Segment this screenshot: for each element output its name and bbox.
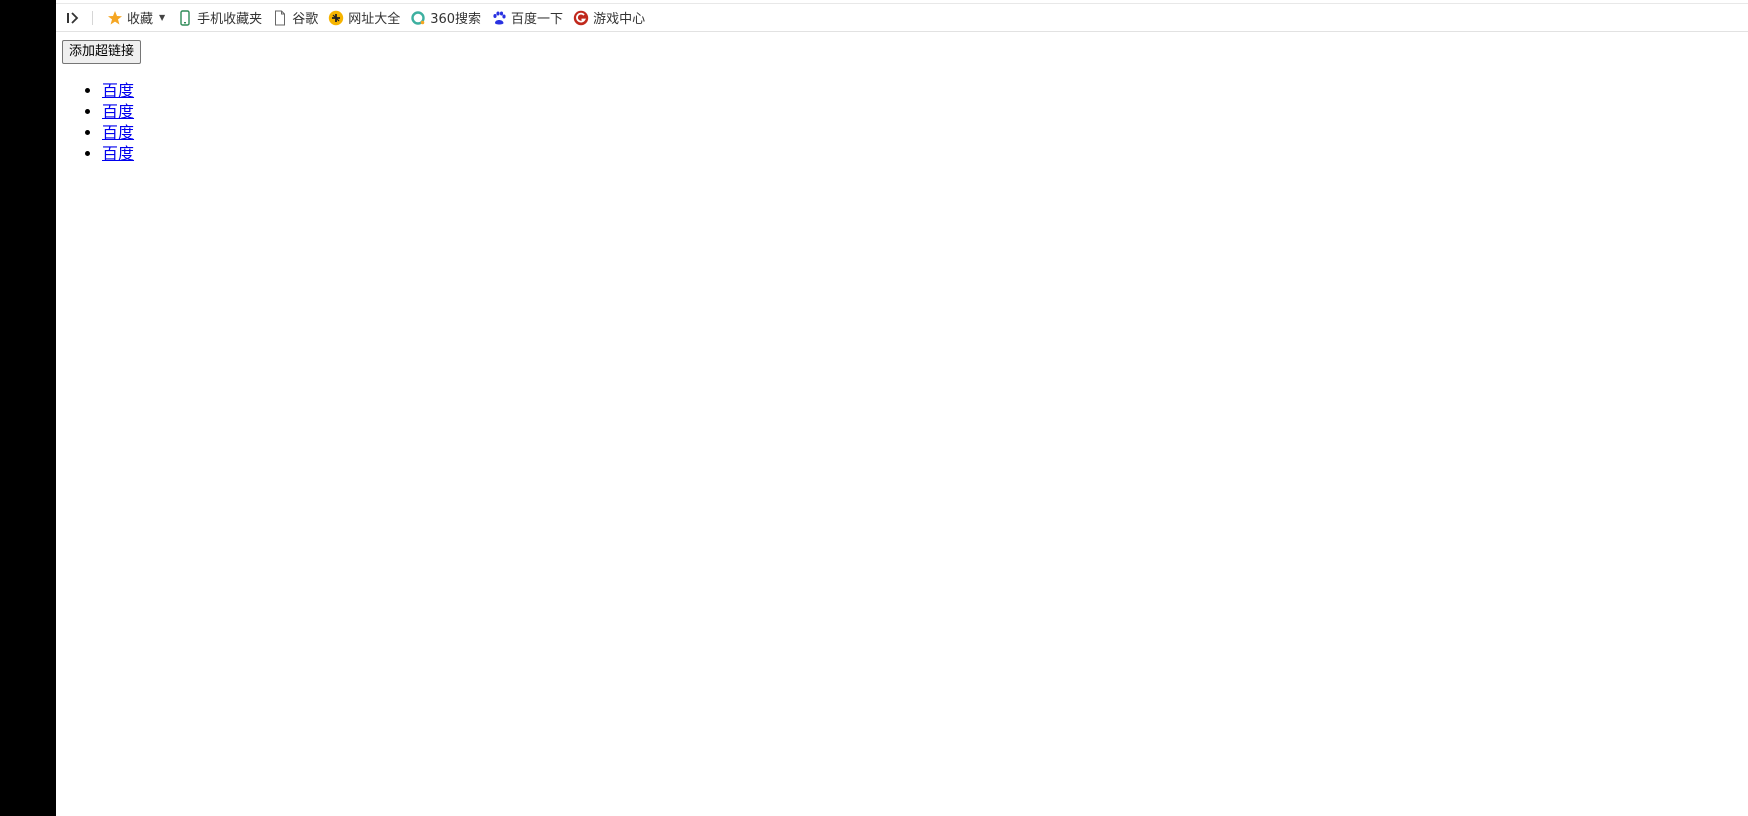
bookmark-360-search[interactable]: 360搜索 [406, 6, 487, 30]
bookmark-label: 游戏中心 [593, 12, 646, 27]
link-list: 百度 百度 百度 百度 [62, 80, 141, 164]
browser-viewport: 收藏 ▼ 手机收藏夹 谷歌 网址大全 360搜索 百度一下 游戏中心 添加超链接… [56, 0, 1748, 816]
bookmark-google[interactable]: 谷歌 [268, 6, 324, 30]
baidu-link[interactable]: 百度 [102, 144, 134, 163]
game-center-icon [573, 10, 589, 26]
baidu-paw-icon [491, 10, 507, 26]
bookmark-baidu[interactable]: 百度一下 [487, 6, 569, 30]
baidu-link[interactable]: 百度 [102, 123, 134, 142]
bookmark-label: 谷歌 [292, 12, 319, 27]
baidu-link[interactable]: 百度 [102, 102, 134, 121]
bookmarks-separator [92, 10, 93, 25]
bookmark-game-center[interactable]: 游戏中心 [569, 6, 651, 30]
360-search-icon [410, 10, 426, 26]
bookmark-mobile-favorites[interactable]: 手机收藏夹 [173, 6, 268, 30]
bookmark-label: 百度一下 [511, 12, 564, 27]
bookmark-label: 收藏 [127, 12, 154, 27]
star-icon [107, 10, 123, 26]
list-item: 百度 [102, 101, 141, 122]
bookmark-label: 网址大全 [348, 12, 401, 27]
baidu-link[interactable]: 百度 [102, 81, 134, 100]
add-hyperlink-button[interactable]: 添加超链接 [62, 40, 142, 64]
bookmarks-bar: 收藏 ▼ 手机收藏夹 谷歌 网址大全 360搜索 百度一下 游戏中心 [56, 3, 1748, 32]
bookmark-url-directory[interactable]: 网址大全 [324, 6, 406, 30]
sidebar-toggle-icon[interactable] [62, 7, 84, 29]
phone-icon [177, 9, 193, 26]
list-item: 百度 [102, 143, 141, 164]
bookmark-label: 360搜索 [430, 12, 482, 27]
bookmark-label: 手机收藏夹 [197, 12, 263, 27]
list-item: 百度 [102, 80, 141, 101]
hao123-icon [328, 10, 344, 26]
page-icon [272, 10, 288, 26]
chevron-down-icon[interactable]: ▼ [159, 13, 165, 22]
page-content: 添加超链接 百度 百度 百度 百度 [62, 40, 142, 164]
list-item: 百度 [102, 122, 141, 143]
bookmark-favorites[interactable]: 收藏 ▼ [103, 6, 173, 30]
left-black-panel [0, 0, 56, 816]
